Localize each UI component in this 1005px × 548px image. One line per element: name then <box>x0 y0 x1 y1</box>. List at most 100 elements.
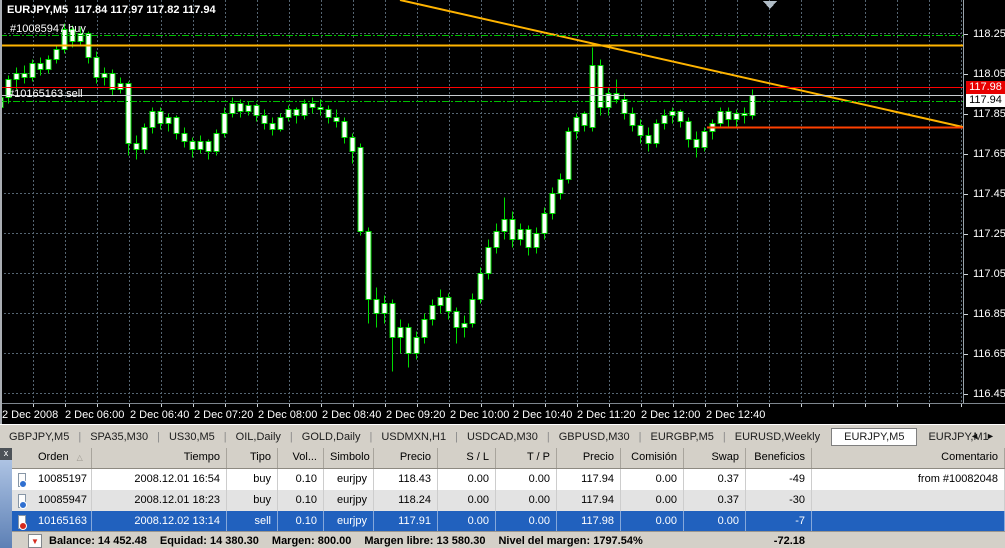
price-tick-label: 117.45 <box>973 187 1005 200</box>
time-axis[interactable]: 2 Dec 2008 2 Dec 06:00 2 Dec 06:40 2 Dec 07… <box>0 403 1005 425</box>
tab-eurusd-weekly[interactable]: EURUSD,Weekly <box>726 429 829 445</box>
column-header-precio[interactable]: Precio <box>374 447 438 468</box>
time-tick-label: 2 Dec 06:00 <box>65 409 125 421</box>
column-header-t-p[interactable]: T / P <box>496 447 557 468</box>
cell-comisi-n: 0.00 <box>621 469 684 490</box>
price-tick-label: 116.65 <box>973 347 1005 360</box>
tab-scroll-left-icon[interactable]: ◄ <box>970 431 979 441</box>
tab-eurjpy-m5[interactable]: EURJPY,M5 <box>831 427 918 446</box>
time-tick-label: 2 Dec 10:00 <box>450 409 510 421</box>
tab-oil-daily[interactable]: OIL,Daily <box>227 429 290 445</box>
balance-segment: Nivel del margen: 1797.54% <box>498 534 643 547</box>
cell-comentario <box>812 490 1005 511</box>
descending-trendline <box>399 0 963 128</box>
chart-shift-marker-icon <box>763 1 777 9</box>
column-header-comentario[interactable]: Comentario <box>812 447 1005 468</box>
sell-order-icon <box>18 514 27 530</box>
time-tick-mark <box>321 404 322 407</box>
cell-tiempo: 2008.12.01 16:54 <box>92 469 227 490</box>
time-tick-mark <box>833 404 834 407</box>
cell-orden: 10085197 <box>32 469 92 490</box>
price-tick-mark <box>964 353 968 355</box>
price-tick-mark <box>964 153 968 155</box>
time-tick-mark <box>353 404 354 407</box>
column-header-comisi-n[interactable]: Comisión <box>621 447 684 468</box>
sort-asc-icon: △ <box>76 453 83 462</box>
column-header-orden[interactable]: Orden △ <box>32 447 92 468</box>
trade-tab-icon[interactable]: ▼ <box>28 533 42 548</box>
time-tick-mark <box>161 404 162 407</box>
metatrader-window: EURJPY,M5 117.84 117.97 117.82 117.94 #1… <box>0 0 1005 548</box>
sell-order-chart-label: #10165163 sell <box>8 88 83 100</box>
tab-eurgbp-m5[interactable]: EURGBP,M5 <box>642 429 723 445</box>
column-header-vol-[interactable]: Vol... <box>278 447 324 468</box>
price-tick-label: 117.25 <box>973 227 1005 240</box>
cell-s-l: 0.00 <box>438 490 496 511</box>
price-axis[interactable]: 118.25 118.05 117.85 117.65 117.45 117.25 117.… <box>963 0 1005 403</box>
cell-precio: 118.43 <box>374 469 438 490</box>
chart-area[interactable]: EURJPY,M5 117.84 117.97 117.82 117.94 #1… <box>0 0 963 403</box>
tab-gbpusd-m30[interactable]: GBPUSD,M30 <box>550 429 639 445</box>
chart-tab-bar: GBPJPY,M5 | SPA35,M30 | US30,M5 | OIL,Daily | GO… <box>0 424 1005 448</box>
tab-scroll-right-icon[interactable]: ► <box>986 431 995 441</box>
time-tick-mark <box>33 404 34 407</box>
balance-segments: Balance: 14 452.48 Equidad: 14 380.30 Marg… <box>49 535 656 547</box>
window-left-border <box>0 0 2 424</box>
cell-t-p: 0.00 <box>496 469 557 490</box>
cell-swap: 0.00 <box>684 511 746 532</box>
time-tick-label: 2 Dec 2008 <box>2 409 59 421</box>
time-tick-label: 2 Dec 12:00 <box>641 409 701 421</box>
buy-order-icon <box>18 472 27 488</box>
time-tick-mark <box>673 404 674 407</box>
time-tick-mark <box>257 404 258 407</box>
order-row[interactable]: 10085197 2008.12.01 16:54 buy 0.10 eurjpy 118… <box>12 469 1005 490</box>
price-tick-label: 116.45 <box>973 387 1005 400</box>
buy-order-icon <box>18 493 27 509</box>
candlestick-chart[interactable] <box>0 0 963 403</box>
tab-gbpjpy-m5[interactable]: GBPJPY,M5 <box>0 429 78 445</box>
tab-gold-daily[interactable]: GOLD,Daily <box>293 429 370 445</box>
price-tick-mark <box>964 113 968 115</box>
orders-table-header: Orden △ Tiempo Tipo Vol... Simbolo Precio S / L… <box>12 447 1005 469</box>
tab-usdcad-m30[interactable]: USDCAD,M30 <box>458 429 547 445</box>
column-header-tipo[interactable]: Tipo <box>227 447 278 468</box>
price-tick-label: 118.25 <box>973 27 1005 40</box>
cell-beneficios: -49 <box>746 469 812 490</box>
price-tick-label: 117.65 <box>973 147 1005 160</box>
cell-precio: 117.91 <box>374 511 438 532</box>
cell-t-p: 0.00 <box>496 511 557 532</box>
order-row[interactable]: 10085947 2008.12.01 18:23 buy 0.10 eurjpy 118… <box>12 490 1005 511</box>
terminal-side-strip: x <box>0 447 12 548</box>
column-header-tiempo[interactable]: Tiempo <box>92 447 227 468</box>
tab-usdmxn-h1[interactable]: USDMXN,H1 <box>372 429 455 445</box>
bid-price-box: 117.94 <box>966 93 1005 107</box>
balance-segment: Margen libre: 13 580.30 <box>364 534 486 547</box>
column-header-precio[interactable]: Precio <box>557 447 621 468</box>
close-icon[interactable]: x <box>0 447 12 460</box>
chart-ohlc-label: EURJPY,M5 117.84 117.97 117.82 117.94 <box>7 4 216 16</box>
time-tick-mark <box>545 404 546 407</box>
cell-vol-: 0.10 <box>278 490 324 511</box>
chart-grid <box>0 0 963 402</box>
column-header-swap[interactable]: Swap <box>684 447 746 468</box>
column-header-s-l[interactable]: S / L <box>438 447 496 468</box>
cell-swap: 0.37 <box>684 469 746 490</box>
order-row[interactable]: 10165163 2008.12.02 13:14 sell 0.10 eurjpy 11… <box>12 511 1005 532</box>
order-type-icon <box>12 490 32 511</box>
tab-spa35-m30[interactable]: SPA35,M30 <box>81 429 157 445</box>
column-header-simbolo[interactable]: Simbolo <box>324 447 374 468</box>
time-tick-mark <box>609 404 610 407</box>
time-tick-label: 2 Dec 08:40 <box>322 409 382 421</box>
order-type-icon <box>12 511 32 532</box>
cell-simbolo: eurjpy <box>324 469 374 490</box>
ask-price-box: 117.98 <box>966 80 1005 94</box>
buy-order-chart-label: #10085947 buy <box>10 23 86 35</box>
column-header-beneficios[interactable]: Beneficios <box>746 447 812 468</box>
tab-us30-m5[interactable]: US30,M5 <box>160 429 224 445</box>
time-tick-label: 2 Dec 12:40 <box>706 409 766 421</box>
balance-segment: Equidad: 14 380.30 <box>159 534 259 547</box>
cell-tiempo: 2008.12.01 18:23 <box>92 490 227 511</box>
time-tick-mark <box>129 404 130 407</box>
cell-precio: 117.98 <box>557 511 621 532</box>
total-profit: -72.18 <box>773 534 805 547</box>
